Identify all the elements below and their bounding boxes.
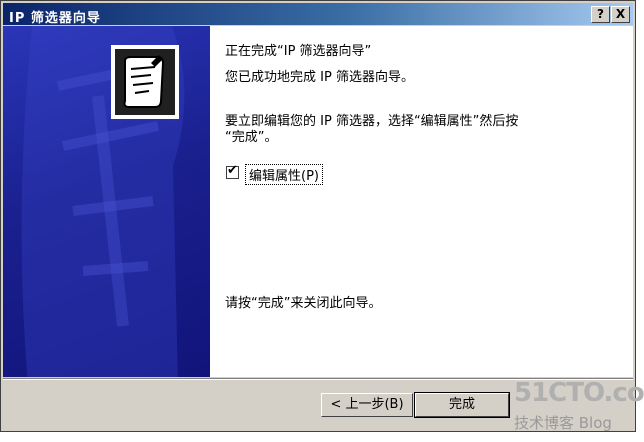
success-message: 您已成功地完成 IP 筛选器向导。 [225, 70, 414, 85]
instruction-text-line2: “完成”。 [225, 130, 278, 145]
site-watermark: 51CTO.com 技术博客 Blog [510, 378, 644, 438]
edit-properties-label[interactable]: 编辑属性(P) [245, 164, 323, 185]
finish-instruction: 请按“完成”来关闭此向导。 [225, 296, 382, 311]
help-button[interactable]: ? [591, 6, 610, 23]
watermark-subtitle: 技术博客 Blog [514, 414, 612, 432]
wizard-content: 正在完成“IP 筛选器向导” 您已成功地完成 IP 筛选器向导。 要立即编辑您的… [3, 26, 633, 377]
completion-heading: 正在完成“IP 筛选器向导” [225, 44, 372, 59]
checkmark-icon: ✔ [227, 163, 238, 178]
finish-button[interactable]: 完成 [414, 392, 510, 418]
edit-properties-checkbox[interactable]: ✔ [226, 163, 239, 179]
close-button[interactable]: X [611, 6, 630, 23]
window-title: IP 筛选器向导 [9, 11, 101, 26]
wizard-side-panel [3, 26, 210, 377]
scroll-icon [111, 45, 179, 119]
watermark-brand: 51CTO.com [514, 378, 644, 408]
wizard-window: IP 筛选器向导 ? X 正在完成“IP 筛选器向导” 您已成功地完成 IP 筛… [0, 0, 636, 432]
back-button[interactable]: < 上一步(B) [321, 393, 413, 417]
title-bar[interactable]: IP 筛选器向导 ? X [3, 3, 633, 26]
